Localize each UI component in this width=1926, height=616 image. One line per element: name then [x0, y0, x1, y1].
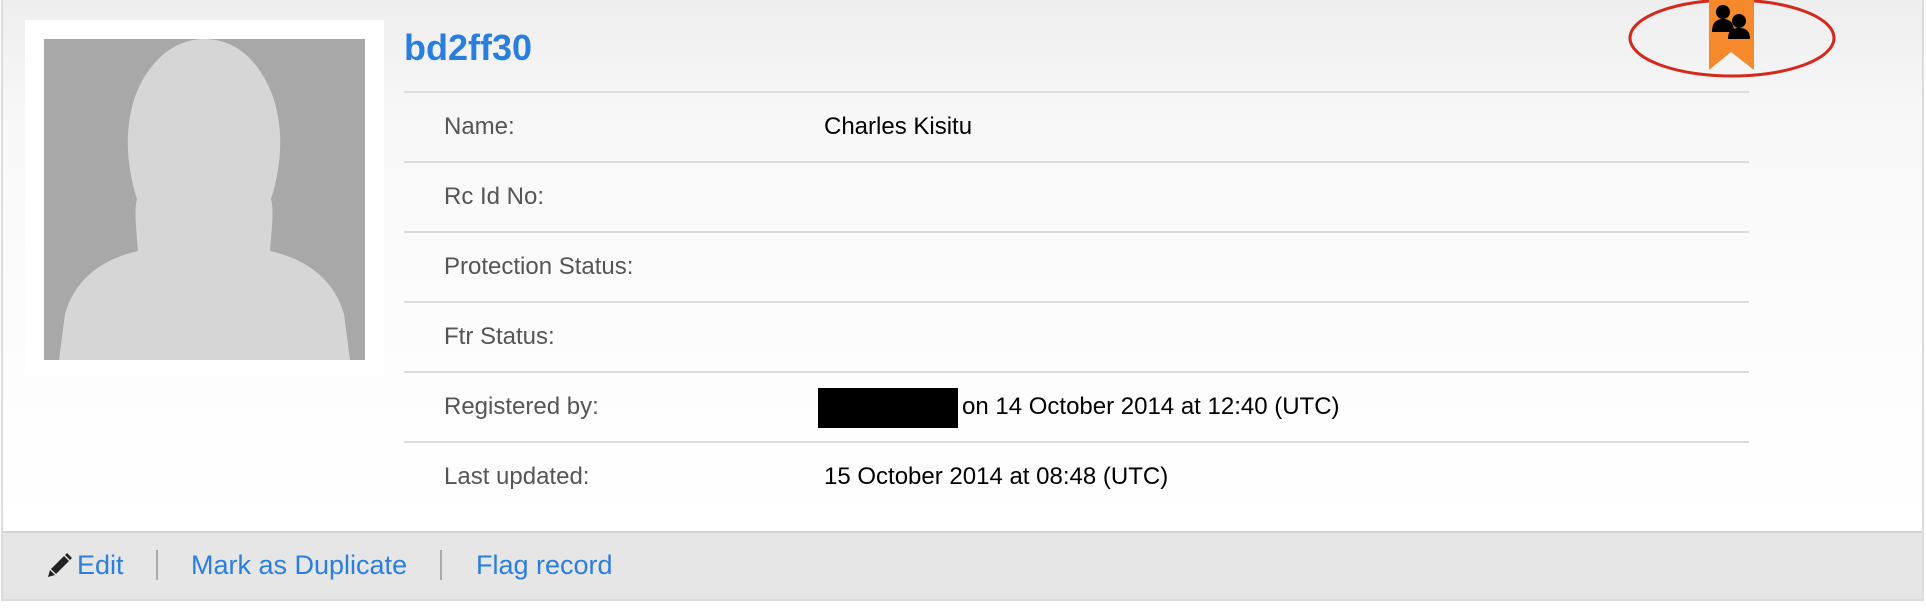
field-row-name: Name: Charles Kisitu — [404, 91, 1749, 161]
footer-separator — [440, 550, 442, 580]
field-label: Name: — [444, 113, 515, 140]
record-id-title[interactable]: bd2ff30 — [404, 26, 532, 70]
field-value: 15 October 2014 at 08:48 (UTC) — [824, 463, 1169, 490]
field-row-last-updated: Last updated: 15 October 2014 at 08:48 (… — [404, 441, 1749, 511]
field-label: Rc Id No: — [444, 183, 545, 210]
field-row-rc-id: Rc Id No: — [404, 161, 1749, 231]
photo-frame — [25, 20, 384, 375]
field-label: Ftr Status: — [444, 323, 555, 350]
record-actions-bar: Edit Mark as Duplicate Flag record — [3, 531, 1922, 599]
footer-separator — [156, 550, 158, 580]
field-row-protection-status: Protection Status: — [404, 231, 1749, 301]
profile-silhouette-icon — [44, 39, 365, 360]
field-label: Registered by: — [444, 393, 599, 420]
field-label: Last updated: — [444, 463, 590, 490]
pencil-icon — [48, 552, 72, 577]
flag-record-link[interactable]: Flag record — [476, 533, 613, 597]
registered-date-text: on 14 October 2014 at 12:40 (UTC) — [962, 393, 1340, 420]
field-value: Charles Kisitu — [824, 113, 973, 140]
redacted-username — [818, 387, 958, 428]
field-row-registered-by: Registered by: on 14 October 2014 at 12:… — [404, 371, 1749, 441]
field-value-registered: on 14 October 2014 at 12:40 (UTC) — [818, 373, 1340, 441]
mark-as-duplicate-link[interactable]: Mark as Duplicate — [191, 533, 407, 597]
badge-annotation — [1627, 0, 1837, 80]
edit-button[interactable]: Edit — [47, 533, 124, 597]
record-card: bd2ff30 Name: Charles Kisitu Rc Id No: P… — [1, 0, 1924, 601]
record-details: Name: Charles Kisitu Rc Id No: Protectio… — [404, 91, 1749, 511]
profile-photo-placeholder — [44, 39, 365, 360]
family-group-bookmark-icon[interactable] — [1709, 0, 1754, 70]
field-label: Protection Status: — [444, 253, 634, 280]
edit-label: Edit — [77, 550, 124, 580]
field-row-ftr-status: Ftr Status: — [404, 301, 1749, 371]
